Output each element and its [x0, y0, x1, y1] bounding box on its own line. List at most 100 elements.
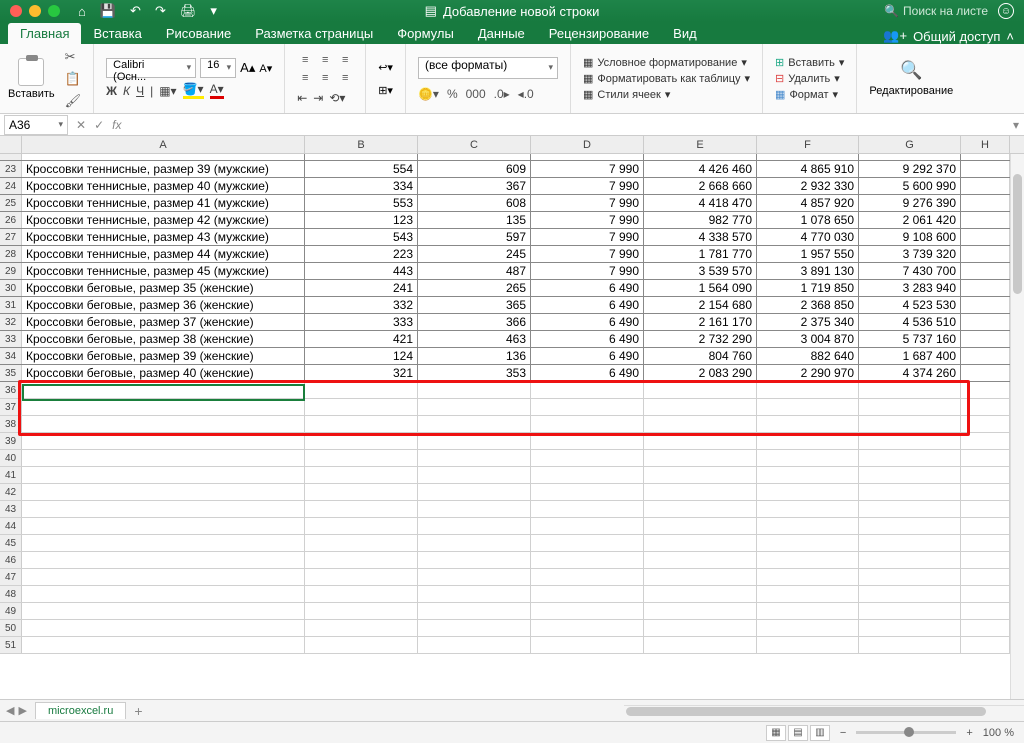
- cell[interactable]: Кроссовки теннисные, размер 39 (мужские): [22, 161, 305, 177]
- orientation-icon[interactable]: ⟲▾: [329, 91, 345, 105]
- cell[interactable]: [859, 382, 961, 398]
- cell[interactable]: [757, 586, 859, 602]
- cell[interactable]: [961, 246, 1010, 262]
- cell[interactable]: Кроссовки беговые, размер 39 (женские): [22, 348, 305, 364]
- cell[interactable]: [757, 569, 859, 585]
- tab-insert[interactable]: Вставка: [81, 23, 153, 44]
- cell[interactable]: [961, 603, 1010, 619]
- cell[interactable]: [644, 154, 757, 160]
- customize-icon[interactable]: ▾: [210, 3, 217, 19]
- cell[interactable]: 2 368 850: [757, 297, 859, 313]
- cell[interactable]: 223: [305, 246, 418, 262]
- row-header[interactable]: 35: [0, 365, 22, 381]
- cell[interactable]: [859, 416, 961, 432]
- row-header[interactable]: 29: [0, 263, 22, 279]
- row-header[interactable]: 39: [0, 433, 22, 449]
- cell[interactable]: 608: [418, 195, 531, 211]
- cell[interactable]: [859, 552, 961, 568]
- cell[interactable]: 3 004 870: [757, 331, 859, 347]
- cell[interactable]: [757, 382, 859, 398]
- cell[interactable]: [305, 603, 418, 619]
- underline-button[interactable]: Ч: [136, 84, 144, 98]
- cell[interactable]: [859, 569, 961, 585]
- cell[interactable]: 7 990: [531, 263, 644, 279]
- cell[interactable]: [418, 416, 531, 432]
- cell[interactable]: [305, 620, 418, 636]
- cell[interactable]: [644, 416, 757, 432]
- cell[interactable]: 241: [305, 280, 418, 296]
- cell[interactable]: [22, 620, 305, 636]
- cell[interactable]: [531, 399, 644, 415]
- col-header-b[interactable]: B: [305, 136, 418, 153]
- cell[interactable]: [22, 535, 305, 551]
- cell[interactable]: 5 600 990: [859, 178, 961, 194]
- cell[interactable]: [531, 154, 644, 160]
- cell[interactable]: 3 891 130: [757, 263, 859, 279]
- tab-formulas[interactable]: Формулы: [385, 23, 466, 44]
- cell[interactable]: [531, 467, 644, 483]
- cell[interactable]: [418, 450, 531, 466]
- cell[interactable]: [531, 535, 644, 551]
- cell[interactable]: 4 857 920: [757, 195, 859, 211]
- cell[interactable]: 365: [418, 297, 531, 313]
- increase-font-icon[interactable]: A▴: [240, 60, 255, 76]
- cell[interactable]: [757, 603, 859, 619]
- cell[interactable]: Кроссовки теннисные, размер 42 (мужские): [22, 212, 305, 228]
- col-header-a[interactable]: A: [22, 136, 305, 153]
- copy-icon[interactable]: 📋: [65, 71, 82, 87]
- cell[interactable]: [531, 416, 644, 432]
- cell[interactable]: [961, 161, 1010, 177]
- cell[interactable]: [644, 484, 757, 500]
- cell[interactable]: [859, 154, 961, 160]
- sheet-tab[interactable]: microexcel.ru: [35, 702, 126, 719]
- cell[interactable]: 6 490: [531, 365, 644, 381]
- cell[interactable]: 4 338 570: [644, 229, 757, 245]
- font-name-select[interactable]: Calibri (Осн...: [106, 58, 196, 78]
- cell[interactable]: [531, 382, 644, 398]
- cell[interactable]: [644, 586, 757, 602]
- cell[interactable]: 2 375 340: [757, 314, 859, 330]
- cell[interactable]: [644, 569, 757, 585]
- cell[interactable]: Кроссовки теннисные, размер 43 (мужские): [22, 229, 305, 245]
- cell[interactable]: 554: [305, 161, 418, 177]
- zoom-slider[interactable]: [856, 731, 956, 734]
- row-header[interactable]: 44: [0, 518, 22, 534]
- cell[interactable]: [757, 399, 859, 415]
- cell[interactable]: 7 990: [531, 246, 644, 262]
- row-header[interactable]: 45: [0, 535, 22, 551]
- cell[interactable]: 333: [305, 314, 418, 330]
- cell[interactable]: [22, 416, 305, 432]
- format-painter-icon[interactable]: 🖌: [65, 93, 82, 109]
- cell[interactable]: [961, 229, 1010, 245]
- cell[interactable]: 366: [418, 314, 531, 330]
- cell[interactable]: [22, 552, 305, 568]
- row-header[interactable]: 26: [0, 212, 22, 228]
- cell[interactable]: 124: [305, 348, 418, 364]
- cell[interactable]: [418, 467, 531, 483]
- formula-input[interactable]: [129, 115, 1008, 135]
- row-header[interactable]: 43: [0, 501, 22, 517]
- font-color-button[interactable]: A▾: [210, 82, 224, 99]
- thousands-icon[interactable]: 000: [466, 87, 486, 101]
- cell[interactable]: 7 990: [531, 229, 644, 245]
- cell-styles-button[interactable]: ▦Стили ячеек ▾: [583, 88, 750, 101]
- increase-indent-icon[interactable]: ⇥: [313, 91, 323, 105]
- row-header[interactable]: 38: [0, 416, 22, 432]
- cell[interactable]: [22, 399, 305, 415]
- cell[interactable]: [961, 484, 1010, 500]
- conditional-formatting-button[interactable]: ▦Условное форматирование ▾: [583, 56, 750, 69]
- cell[interactable]: [531, 569, 644, 585]
- cell[interactable]: 3 283 940: [859, 280, 961, 296]
- cell[interactable]: 553: [305, 195, 418, 211]
- cell[interactable]: 6 490: [531, 331, 644, 347]
- cell[interactable]: [531, 450, 644, 466]
- cell[interactable]: [961, 195, 1010, 211]
- feedback-icon[interactable]: ☺: [998, 3, 1014, 19]
- cell[interactable]: 4 770 030: [757, 229, 859, 245]
- col-header-h[interactable]: H: [961, 136, 1010, 153]
- cell[interactable]: 4 536 510: [859, 314, 961, 330]
- row-header[interactable]: 25: [0, 195, 22, 211]
- cell[interactable]: [644, 399, 757, 415]
- cell[interactable]: [859, 603, 961, 619]
- cell[interactable]: [961, 399, 1010, 415]
